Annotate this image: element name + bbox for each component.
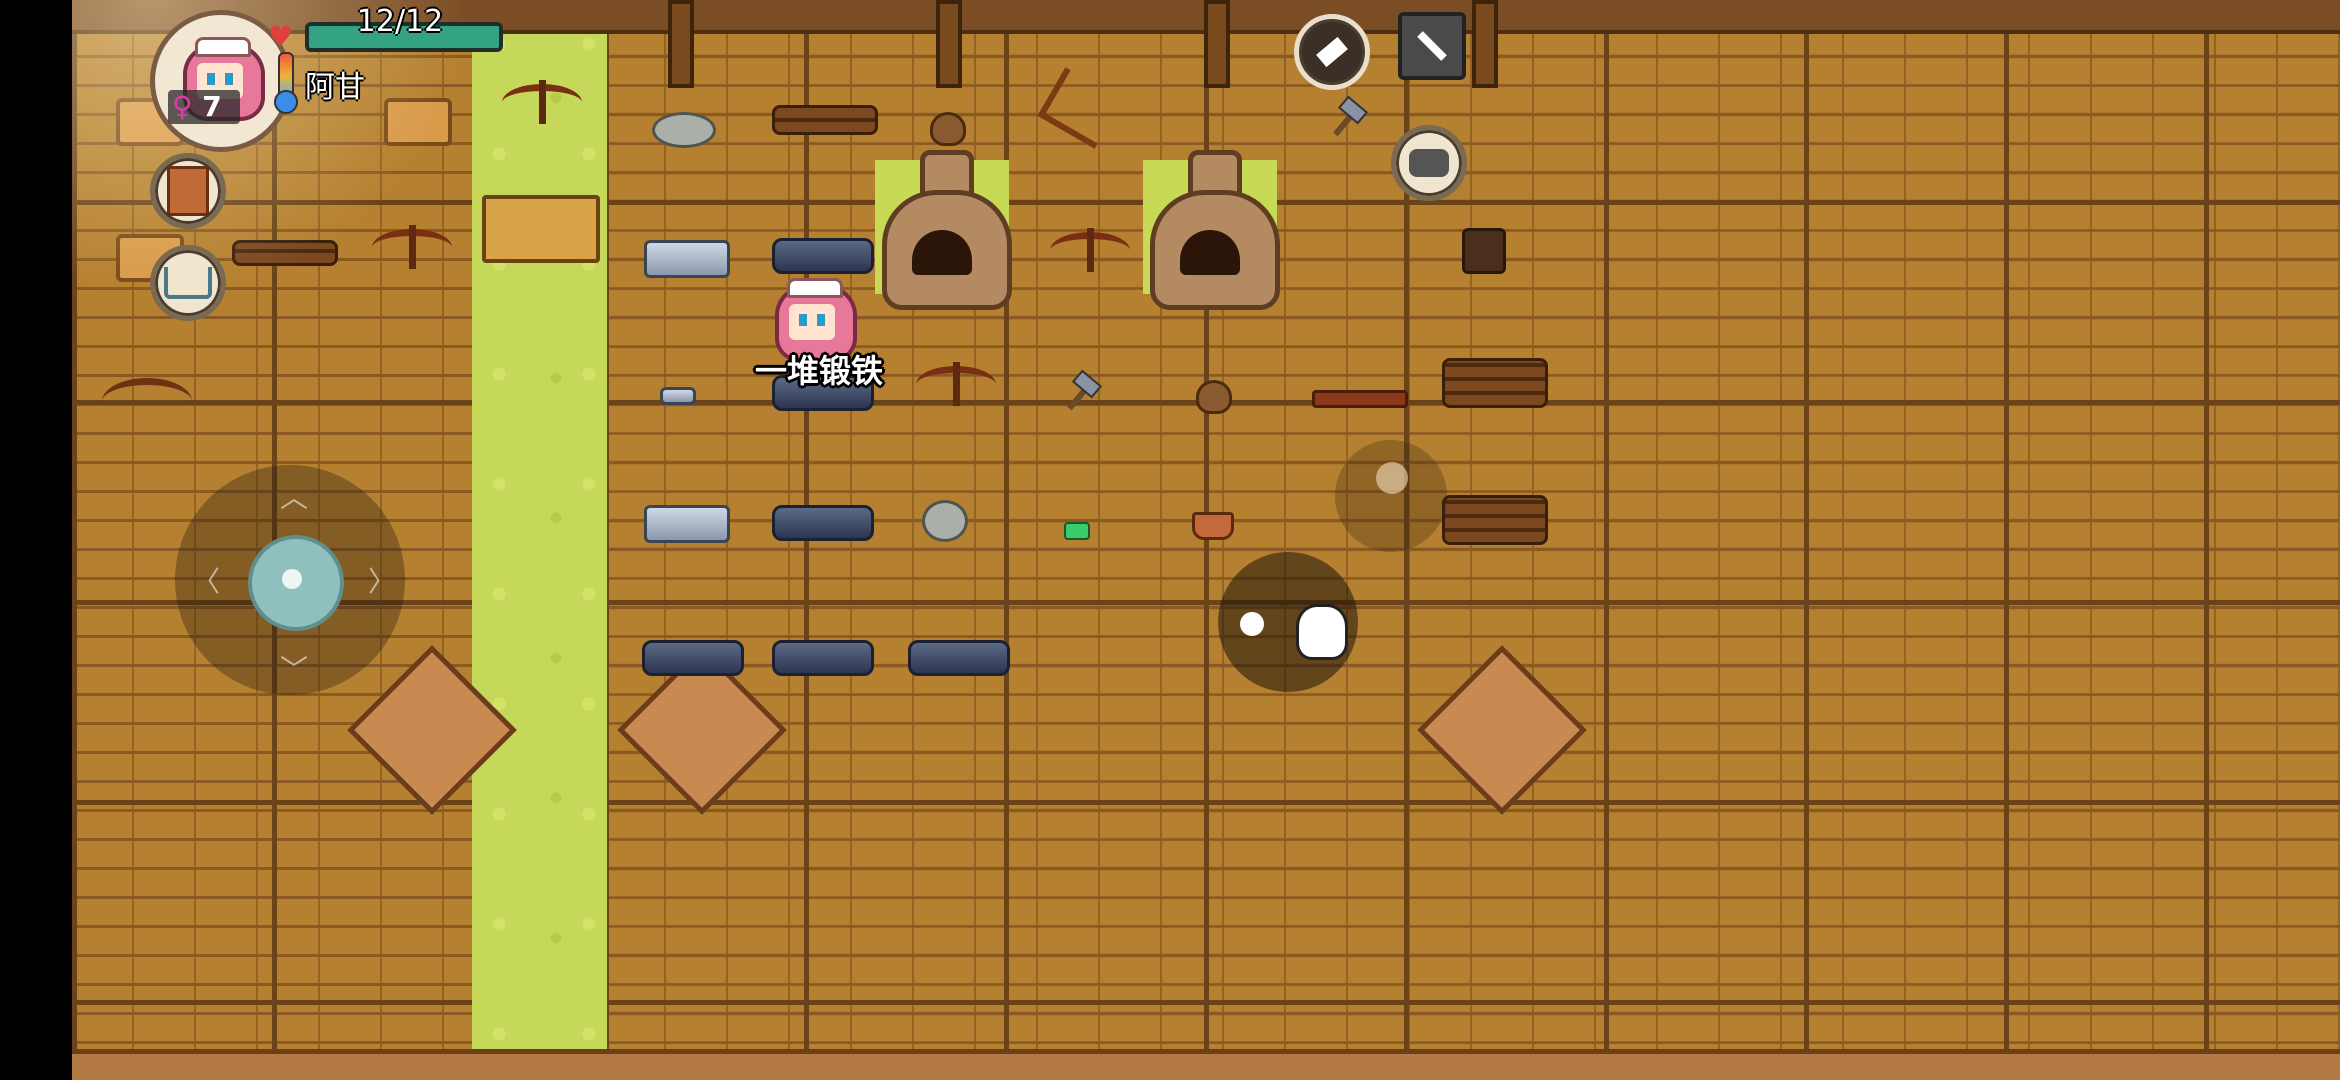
camera-joystick[interactable] [1335, 440, 1447, 552]
hammer-icon [1316, 36, 1348, 68]
wrought-iron-pile[interactable] [772, 505, 874, 541]
wrought-iron-pile[interactable] [772, 640, 874, 676]
item-tooltip: 一堆锻铁 [755, 352, 884, 390]
book-button[interactable] [150, 153, 226, 229]
ore-chunk[interactable] [1196, 380, 1232, 414]
arrow-up-icon: ︿ [280, 481, 309, 514]
ore-chunk[interactable] [930, 112, 966, 146]
game-world[interactable]: 一堆锻铁 [72, 0, 2340, 1080]
shopping-cart-icon [164, 267, 212, 299]
log-pile[interactable] [1442, 495, 1548, 545]
bottom-fence [72, 1049, 2340, 1080]
crossbow[interactable] [916, 362, 996, 406]
heart-icon: ♥ [268, 20, 294, 53]
furnace[interactable] [1150, 150, 1280, 310]
iron-ingot-stack[interactable] [644, 240, 730, 278]
pickup-hand-icon [1296, 604, 1348, 660]
wall-post [1204, 0, 1230, 88]
stone[interactable] [652, 112, 716, 148]
grass-path [472, 0, 607, 1080]
workbench-cart[interactable] [482, 195, 600, 263]
ball-icon [1240, 612, 1264, 636]
speech-bubble-icon [1409, 149, 1449, 177]
arrow-right-icon: 〉 [368, 565, 397, 598]
furnace[interactable] [882, 150, 1012, 310]
iron-ingot[interactable] [660, 387, 696, 405]
hammer[interactable] [1058, 374, 1098, 414]
log-pile[interactable] [1442, 358, 1548, 408]
stone-pile[interactable] [922, 500, 968, 542]
arrow-left-icon: 〈 [192, 565, 221, 598]
settings-button[interactable] [1398, 12, 1466, 80]
firewood-pile[interactable] [772, 105, 878, 135]
build-button[interactable] [1294, 14, 1370, 90]
iron-ingot-stack[interactable] [644, 505, 730, 543]
shop-button[interactable] [150, 245, 226, 321]
gender-level-badge: ♀ 7 [168, 90, 240, 124]
level-value: 7 [202, 90, 222, 123]
camera-joystick-knob[interactable] [1376, 462, 1408, 494]
bow[interactable] [102, 378, 192, 425]
gem[interactable] [1064, 522, 1090, 540]
wall-post [668, 0, 694, 88]
bowl[interactable] [1192, 512, 1234, 540]
thermometer-bulb [274, 90, 298, 114]
log-pile[interactable] [232, 240, 338, 266]
hammer[interactable] [1324, 100, 1364, 140]
health-text: 12/12 [356, 4, 444, 39]
wall-post [936, 0, 962, 88]
wall-post [1472, 0, 1498, 88]
crossbow[interactable] [372, 225, 452, 269]
female-icon: ♀ [172, 90, 193, 123]
wrought-iron-pile[interactable] [642, 640, 744, 676]
plank[interactable] [1312, 390, 1408, 408]
basket[interactable] [384, 98, 452, 146]
joystick-center [282, 569, 302, 589]
chat-button[interactable] [1391, 125, 1467, 201]
crossbow[interactable] [1050, 228, 1130, 272]
book-icon [167, 166, 209, 216]
wrought-iron-pile[interactable] [772, 238, 874, 274]
wrench-icon [1417, 31, 1447, 61]
wrought-iron-pile[interactable] [908, 640, 1010, 676]
player-name: 阿甘 [305, 70, 365, 105]
arrow-down-icon: ﹀ [280, 653, 309, 686]
barrel[interactable] [1462, 228, 1506, 274]
action-button[interactable] [1218, 552, 1358, 692]
crossbow[interactable] [502, 80, 582, 124]
